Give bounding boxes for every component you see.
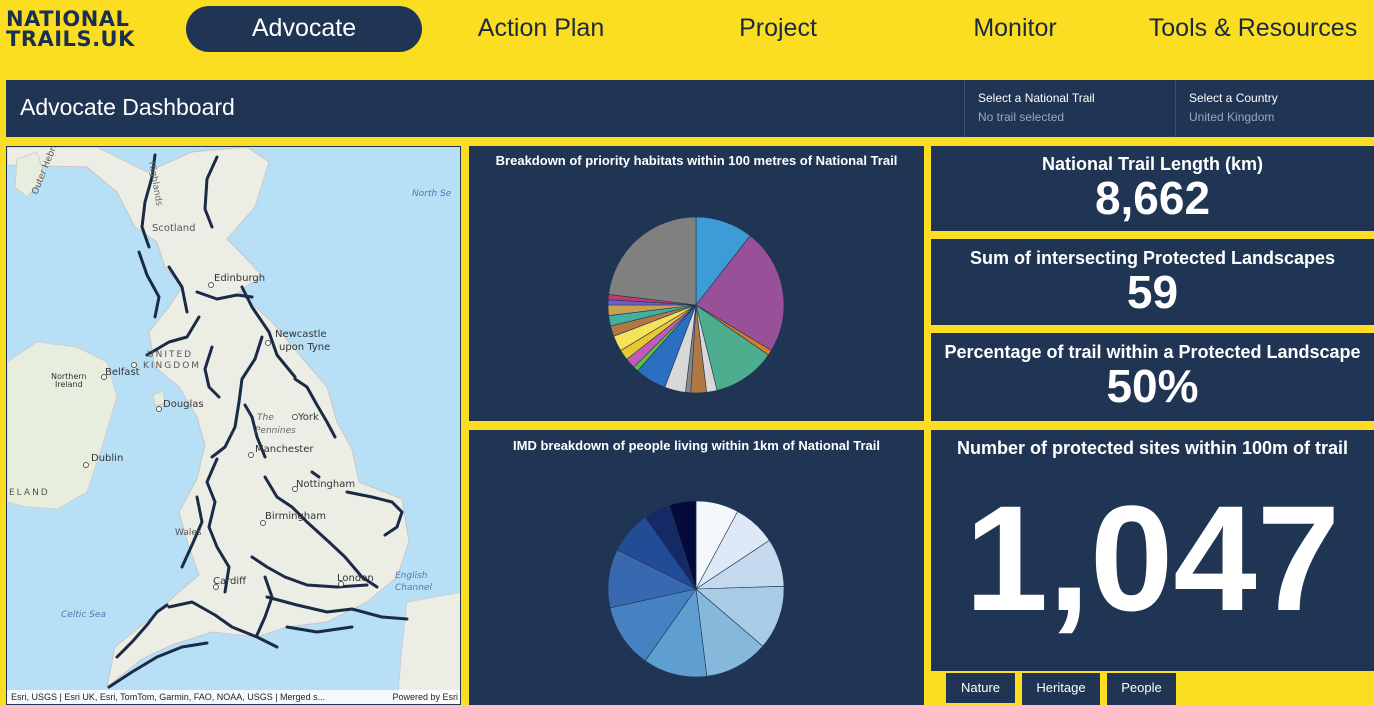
imd-panel: IMD breakdown of people living within 1k… [469, 430, 924, 705]
powered-by-esri[interactable]: Powered by Esri [392, 690, 458, 704]
label-north-sea: North Se [412, 189, 452, 199]
country-selector[interactable]: Select a Country United Kingdom [1175, 80, 1374, 137]
map-attribution: Esri, USGS | Esri UK, Esri, TomTom, Garm… [7, 690, 460, 704]
label-ireland: Ireland [55, 380, 83, 389]
percentage-card: Percentage of trail within a Protected L… [931, 333, 1374, 421]
trail-length-card: National Trail Length (km) 8,662 [931, 146, 1374, 231]
trail-selector-value: No trail selected [978, 110, 1065, 124]
tab-advocate[interactable]: Advocate [186, 6, 422, 52]
protected-sites-card: Number of protected sites within 100m of… [931, 430, 1374, 671]
label-united: UNITED [147, 350, 193, 360]
label-celtic-sea: Celtic Sea [61, 610, 106, 620]
page-title: Advocate Dashboard [20, 94, 235, 120]
label-dublin: Dublin [91, 453, 123, 464]
label-newcastle: Newcastle [275, 329, 327, 340]
label-english: English [395, 571, 428, 581]
tab-heritage[interactable]: Heritage [1022, 673, 1100, 705]
percentage-value: 50% [1106, 360, 1199, 412]
label-cardiff: Cardiff [213, 576, 247, 587]
tab-tools-resources[interactable]: Tools & Resources [1140, 6, 1366, 52]
map-canvas[interactable]: Outer Hebrides Highlands North Se Scotla… [7, 147, 461, 705]
label-scotland: Scotland [152, 223, 195, 234]
top-nav: NATIONAL TRAILS.UK Advocate Action Plan … [0, 0, 1374, 58]
protected-landscapes-value: 59 [1126, 266, 1179, 318]
habitat-slice-19[interactable] [608, 216, 697, 306]
label-douglas: Douglas [163, 399, 204, 410]
tab-action-plan[interactable]: Action Plan [460, 6, 622, 52]
tab-monitor[interactable]: Monitor [940, 6, 1090, 52]
dashboard-header: Advocate Dashboard Select a National Tra… [6, 80, 1374, 137]
logo-line-2: TRAILS.UK [6, 27, 135, 51]
label-upon-tyne: upon Tyne [279, 342, 330, 353]
trail-selector[interactable]: Select a National Trail No trail selecte… [964, 80, 1175, 137]
habitats-panel: Breakdown of priority habitats within 10… [469, 146, 924, 421]
tab-nature[interactable]: Nature [946, 673, 1015, 705]
label-eland: ELAND [9, 488, 50, 498]
imd-pie-chart[interactable] [469, 430, 924, 705]
label-belfast: Belfast [105, 367, 140, 378]
label-london: London [337, 573, 374, 584]
label-york: York [297, 412, 319, 423]
label-birmingham: Birmingham [265, 511, 326, 522]
protected-sites-value: 1,047 [964, 474, 1341, 642]
trails-map[interactable]: Outer Hebrides Highlands North Se Scotla… [6, 146, 461, 705]
tab-project[interactable]: Project [700, 6, 856, 52]
trail-length-value: 8,662 [1094, 172, 1211, 224]
label-kingdom: KINGDOM [143, 361, 201, 371]
country-selector-label: Select a Country [1189, 91, 1278, 105]
label-pennines: Pennines [255, 426, 296, 436]
label-nottingham: Nottingham [296, 479, 355, 490]
national-trails-logo[interactable]: NATIONAL TRAILS.UK [6, 7, 135, 51]
attribution-text: Esri, USGS | Esri UK, Esri, TomTom, Garm… [11, 692, 326, 702]
protected-sites-title: Number of protected sites within 100m of… [956, 438, 1349, 458]
logo-line-1: NATIONAL [6, 7, 130, 31]
label-edinburgh: Edinburgh [214, 273, 265, 284]
label-channel: Channel [395, 583, 432, 593]
label-manchester: Manchester [255, 444, 314, 455]
habitats-pie-chart[interactable] [469, 146, 924, 421]
tab-people[interactable]: People [1107, 673, 1176, 705]
trail-selector-label: Select a National Trail [978, 91, 1095, 105]
label-the: The [257, 413, 274, 423]
country-selector-value: United Kingdom [1189, 110, 1275, 124]
label-wales: Wales [175, 528, 202, 538]
protected-landscapes-card: Sum of intersecting Protected Landscapes… [931, 239, 1374, 325]
